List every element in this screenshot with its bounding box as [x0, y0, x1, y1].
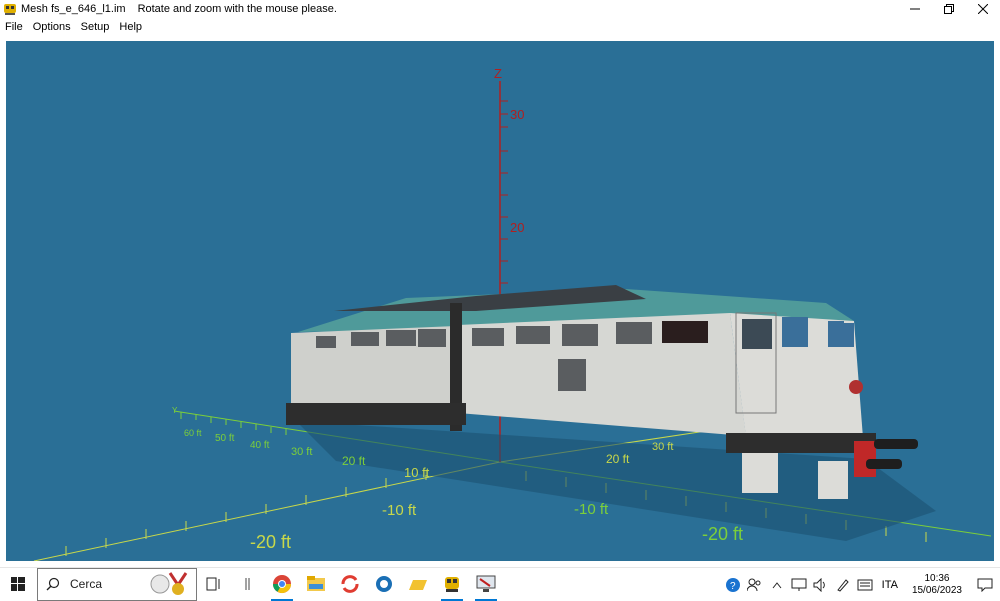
loco-logo	[849, 380, 863, 394]
monitor-app-icon	[476, 575, 496, 592]
notifications-button[interactable]	[970, 568, 1000, 601]
menu-help[interactable]: Help	[114, 21, 147, 33]
z-tick-30: 30	[510, 107, 524, 122]
window-controls	[898, 0, 1000, 18]
loco-buffer-top	[874, 439, 918, 449]
x-neg-label-10: -10 ft	[382, 502, 417, 519]
start-button[interactable]	[0, 568, 36, 601]
people-icon	[746, 578, 761, 591]
taskbar-mesh-viewer[interactable]	[469, 568, 503, 601]
loco-buffer-bottom	[866, 459, 902, 469]
z-tick-20: 20	[510, 220, 524, 235]
window-message: Rotate and zoom with the mouse please.	[137, 3, 337, 15]
show-hidden-icons-button[interactable]	[766, 568, 788, 601]
search-highlight-icon[interactable]	[145, 568, 197, 601]
search-icon	[46, 577, 60, 591]
network-tray-button[interactable]	[788, 568, 810, 601]
taskbar-train-app[interactable]	[435, 568, 469, 601]
restore-icon	[944, 4, 954, 14]
y-label-30: 30 ft	[291, 446, 312, 458]
menu-setup[interactable]: Setup	[76, 21, 115, 33]
folder-icon	[307, 576, 325, 591]
monitor-network-icon	[791, 578, 807, 591]
x-label-30: 30 ft	[652, 441, 673, 453]
app-circle-icon	[376, 576, 392, 592]
windows-icon	[11, 577, 25, 591]
taskbar-app-blue[interactable]	[367, 568, 401, 601]
cloud-folder-icon	[409, 580, 427, 590]
loco-bogie-right	[726, 433, 876, 453]
y-label-40: 40 ft	[250, 440, 270, 451]
x-neg-label-20: -20 ft	[250, 532, 291, 552]
y-label-10: 10 ft	[404, 465, 430, 480]
task-view-button[interactable]	[197, 568, 231, 601]
menu-options[interactable]: Options	[28, 21, 76, 33]
menu-bar: File Options Setup Help	[0, 18, 1000, 35]
close-button[interactable]	[966, 0, 1000, 18]
close-icon	[978, 4, 988, 14]
pen-icon	[836, 578, 849, 592]
z-axis-ticks	[500, 100, 508, 284]
loco-bogie-left	[286, 403, 466, 425]
language-indicator[interactable]: ITA	[876, 579, 904, 591]
y-label-60: 60 ft	[184, 428, 202, 438]
taskbar-cloud-app[interactable]	[401, 568, 435, 601]
chevron-up-icon	[772, 581, 782, 588]
loco-pilot-front	[818, 461, 848, 499]
help-tray-button[interactable]: ?	[722, 568, 744, 601]
help-icon: ?	[725, 577, 740, 592]
pen-tray-button[interactable]	[832, 568, 854, 601]
golf-medal-icon	[150, 572, 188, 595]
keyboard-tray-button[interactable]	[854, 568, 876, 601]
clock[interactable]: 10:36 15/06/2023	[904, 573, 970, 597]
app-icon	[4, 4, 16, 15]
y-axis-name: Y	[172, 406, 178, 415]
taskbar-sync-app[interactable]	[333, 568, 367, 601]
system-tray: ? ITA 10:36 15/06/2023	[722, 568, 1000, 601]
y-neg-label-10: -10 ft	[574, 501, 609, 518]
keyboard-icon	[857, 579, 873, 590]
task-view-icon	[206, 577, 220, 591]
z-axis-label: Z	[494, 66, 502, 81]
svg-text:?: ?	[730, 581, 736, 592]
minimize-button[interactable]	[898, 0, 932, 18]
taskbar-file-explorer[interactable]	[299, 568, 333, 601]
notification-icon	[977, 578, 993, 592]
scene-canvas: Y Z 30 20 60 ft 50 ft 40 ft 30 ft 20 ft …	[33, 66, 992, 561]
y-neg-label-20: -20 ft	[702, 524, 743, 544]
taskbar-chrome[interactable]	[265, 568, 299, 601]
separator-icon	[245, 578, 250, 590]
window-title: Mesh fs_e_646_l1.im	[21, 3, 126, 15]
search-label: Cerca	[70, 577, 103, 591]
restore-button[interactable]	[932, 0, 966, 18]
loco-pilot	[742, 453, 778, 493]
clock-date: 15/06/2023	[911, 584, 962, 596]
volume-tray-button[interactable]	[810, 568, 832, 601]
y-label-50: 50 ft	[215, 433, 235, 444]
taskbar-separator	[231, 568, 265, 601]
clock-time: 10:36	[924, 572, 950, 584]
y-label-20: 20 ft	[342, 454, 366, 468]
mesh-viewport[interactable]: Y Z 30 20 60 ft 50 ft 40 ft 30 ft 20 ft …	[6, 41, 994, 561]
people-tray-button[interactable]	[744, 568, 766, 601]
title-bar: Mesh fs_e_646_l1.im Rotate and zoom with…	[0, 0, 1000, 18]
x-label-20: 20 ft	[606, 452, 630, 466]
taskbar: Cerca ? ITA 10:36 15/06/2023	[0, 567, 1000, 601]
speaker-icon	[813, 577, 825, 592]
menu-file[interactable]: File	[0, 21, 28, 33]
chrome-icon	[273, 575, 291, 594]
train-app-icon	[445, 577, 459, 592]
minimize-icon	[910, 8, 920, 10]
sync-app-icon	[341, 575, 359, 593]
